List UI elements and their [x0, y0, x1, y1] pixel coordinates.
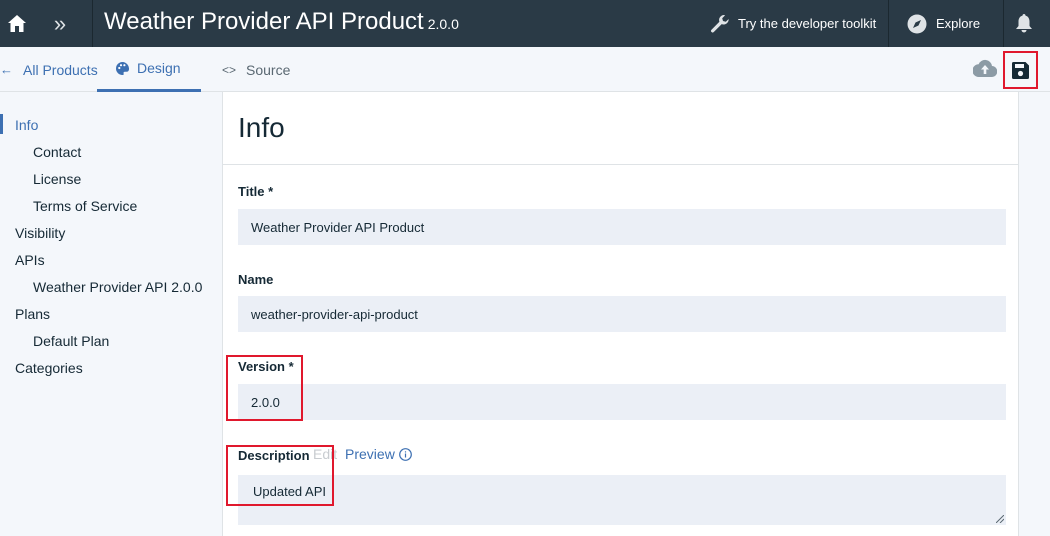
- save-button[interactable]: [1003, 51, 1038, 89]
- tab-source[interactable]: <> Source: [222, 47, 290, 92]
- version-highlight: [226, 355, 303, 421]
- wrench-icon: [711, 14, 729, 32]
- save-icon: [1012, 61, 1029, 79]
- product-subnav: ← All Products Design <> Source: [0, 47, 1050, 92]
- sidebar-item-weather-provider-api[interactable]: Weather Provider API 2.0.0: [33, 279, 202, 295]
- sidebar-item-default-plan[interactable]: Default Plan: [33, 333, 109, 349]
- required-marker: *: [268, 184, 274, 199]
- title-label-text: Title: [238, 184, 265, 199]
- page-title: Weather Provider API Product 2.0.0: [104, 8, 459, 36]
- developer-toolkit-button[interactable]: Try the developer toolkit: [700, 0, 888, 47]
- expand-nav-button[interactable]: »: [40, 0, 80, 47]
- product-version: 2.0.0: [427, 16, 459, 32]
- home-icon: [8, 15, 26, 32]
- compass-icon: [907, 14, 927, 33]
- scroll-area: [1019, 92, 1050, 536]
- notifications-button[interactable]: [1004, 0, 1044, 47]
- divider: [92, 0, 93, 47]
- publish-button[interactable]: [972, 59, 998, 79]
- code-brackets-icon: <>: [222, 62, 237, 77]
- sidebar-item-info[interactable]: Info: [15, 117, 38, 133]
- home-button[interactable]: [0, 0, 34, 47]
- palette-icon: [116, 61, 129, 75]
- sidebar-item-terms-of-service[interactable]: Terms of Service: [33, 198, 137, 214]
- explore-label: Explore: [936, 16, 981, 31]
- sidebar-item-apis[interactable]: APIs: [15, 252, 45, 268]
- arrow-left-icon: ←: [0, 62, 13, 77]
- all-products-link[interactable]: ← All Products: [0, 47, 98, 92]
- description-preview-tab[interactable]: Preview: [345, 446, 395, 462]
- toolkit-label: Try the developer toolkit: [738, 16, 877, 31]
- active-indicator: [0, 114, 3, 134]
- name-label: Name: [238, 272, 274, 287]
- name-field[interactable]: weather-provider-api-product: [238, 296, 1006, 332]
- product-title: Weather Provider API Product: [104, 8, 424, 35]
- info-icon[interactable]: [399, 448, 412, 461]
- sidebar: Info Contact License Terms of Service Vi…: [0, 92, 222, 536]
- tab-design[interactable]: Design: [97, 47, 201, 92]
- bell-icon: [1016, 14, 1032, 33]
- tab-source-label: Source: [246, 61, 291, 78]
- cloud-upload-icon: [972, 59, 998, 78]
- title-field-value: Weather Provider API Product: [251, 219, 425, 235]
- heading-divider: [223, 164, 1020, 165]
- explore-button[interactable]: Explore: [895, 0, 1003, 47]
- info-panel: Info Title * Weather Provider API Produc…: [222, 92, 1020, 536]
- top-header: » Weather Provider API Product 2.0.0 Try …: [0, 0, 1050, 47]
- sidebar-item-contact[interactable]: Contact: [33, 144, 81, 160]
- name-field-value: weather-provider-api-product: [251, 306, 418, 322]
- all-products-label: All Products: [23, 61, 98, 78]
- sidebar-item-categories[interactable]: Categories: [15, 360, 83, 376]
- divider: [888, 0, 889, 47]
- description-field[interactable]: Updated API: [238, 475, 1006, 525]
- section-heading: Info: [238, 112, 285, 143]
- resize-handle-icon[interactable]: [996, 515, 1004, 523]
- version-field[interactable]: 2.0.0: [238, 384, 1006, 420]
- description-highlight: [226, 445, 334, 506]
- double-chevron-right-icon: »: [53, 10, 67, 36]
- title-field[interactable]: Weather Provider API Product: [238, 209, 1006, 245]
- title-label: Title *: [238, 184, 273, 199]
- sidebar-item-visibility[interactable]: Visibility: [15, 225, 65, 241]
- tab-design-label: Design: [137, 60, 181, 76]
- sidebar-item-plans[interactable]: Plans: [15, 306, 50, 322]
- sidebar-item-license[interactable]: License: [33, 171, 81, 187]
